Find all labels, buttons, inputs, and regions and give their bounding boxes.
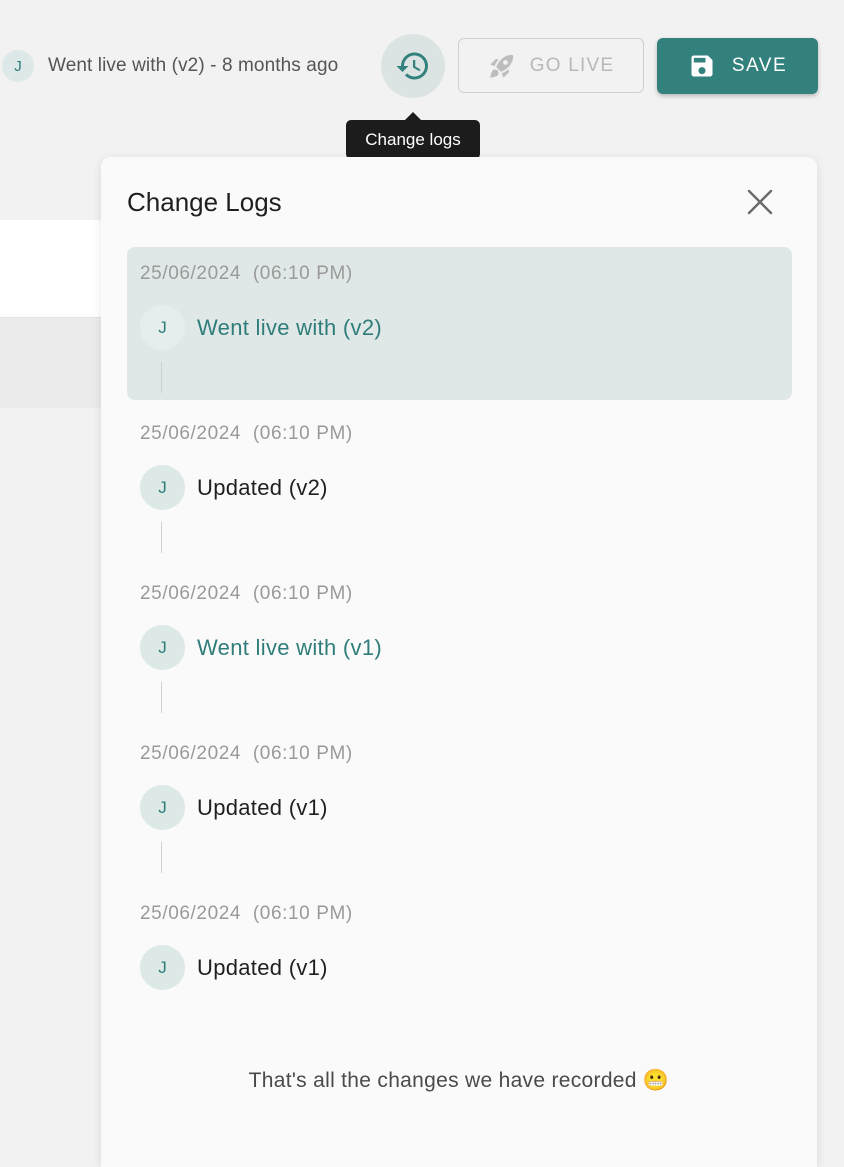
log-entry-date: 25/06/2024 (06:10 PM) bbox=[140, 423, 353, 444]
live-status-text: Went live with (v2) - 8 months ago bbox=[48, 55, 339, 76]
user-avatar: J bbox=[2, 50, 34, 82]
log-entry-text: Updated (v1) bbox=[197, 795, 328, 820]
log-entry-date: 25/06/2024 (06:10 PM) bbox=[140, 583, 353, 604]
log-entry-text: Updated (v1) bbox=[197, 955, 328, 980]
log-entry-text: Went live with (v1) bbox=[197, 635, 383, 660]
log-entry[interactable]: 25/06/2024 (06:10 PM) J Updated (v1) bbox=[127, 887, 792, 1047]
timeline-connector bbox=[161, 842, 162, 873]
background-card bbox=[0, 220, 110, 318]
log-entry-avatar: J bbox=[140, 465, 185, 510]
background-band bbox=[0, 318, 110, 408]
top-toolbar: J Went live with (v2) - 8 months ago GO … bbox=[0, 0, 844, 130]
go-live-label: GO LIVE bbox=[529, 54, 615, 76]
close-icon bbox=[747, 189, 773, 215]
end-of-log-message: That's all the changes we have recorded … bbox=[248, 1069, 670, 1092]
log-entry-date: 25/06/2024 (06:10 PM) bbox=[140, 743, 353, 764]
timeline-connector bbox=[161, 522, 162, 553]
log-entry[interactable]: 25/06/2024 (06:10 PM) J Went live with (… bbox=[127, 247, 792, 400]
log-entry-avatar: J bbox=[140, 785, 185, 830]
log-entry-avatar: J bbox=[140, 625, 185, 670]
log-entry-avatar: J bbox=[140, 945, 185, 990]
log-entry-date: 25/06/2024 (06:10 PM) bbox=[140, 903, 353, 924]
rocket-icon bbox=[490, 54, 513, 78]
timeline-connector bbox=[161, 362, 162, 393]
change-log-list: 25/06/2024 (06:10 PM) J Went live with (… bbox=[127, 247, 792, 1047]
live-status: J Went live with (v2) - 8 months ago bbox=[2, 50, 338, 82]
log-entry-text: Went live with (v2) bbox=[197, 315, 383, 340]
save-label: SAVE bbox=[731, 55, 788, 76]
log-entry-date: 25/06/2024 (06:10 PM) bbox=[140, 263, 353, 284]
close-button[interactable] bbox=[741, 183, 779, 221]
change-logs-button[interactable] bbox=[381, 34, 445, 98]
log-entry-text: Updated (v2) bbox=[197, 475, 328, 500]
log-entry[interactable]: 25/06/2024 (06:10 PM) J Updated (v1) bbox=[127, 727, 792, 887]
change-logs-tooltip: Change logs bbox=[346, 112, 480, 159]
history-icon bbox=[396, 52, 428, 80]
floppy-disk-icon bbox=[691, 55, 713, 77]
save-button[interactable]: SAVE bbox=[657, 38, 818, 94]
log-entry[interactable]: 25/06/2024 (06:10 PM) J Went live with (… bbox=[127, 567, 792, 727]
timeline-connector bbox=[161, 682, 162, 713]
log-entry-avatar: J bbox=[140, 305, 185, 350]
log-entry[interactable]: 25/06/2024 (06:10 PM) J Updated (v2) bbox=[127, 407, 792, 567]
panel-title: Change Logs bbox=[127, 187, 282, 217]
go-live-button[interactable]: GO LIVE bbox=[458, 38, 644, 93]
change-logs-panel: Change Logs 25/06/2024 (06:10 PM) J Went… bbox=[101, 157, 817, 1167]
